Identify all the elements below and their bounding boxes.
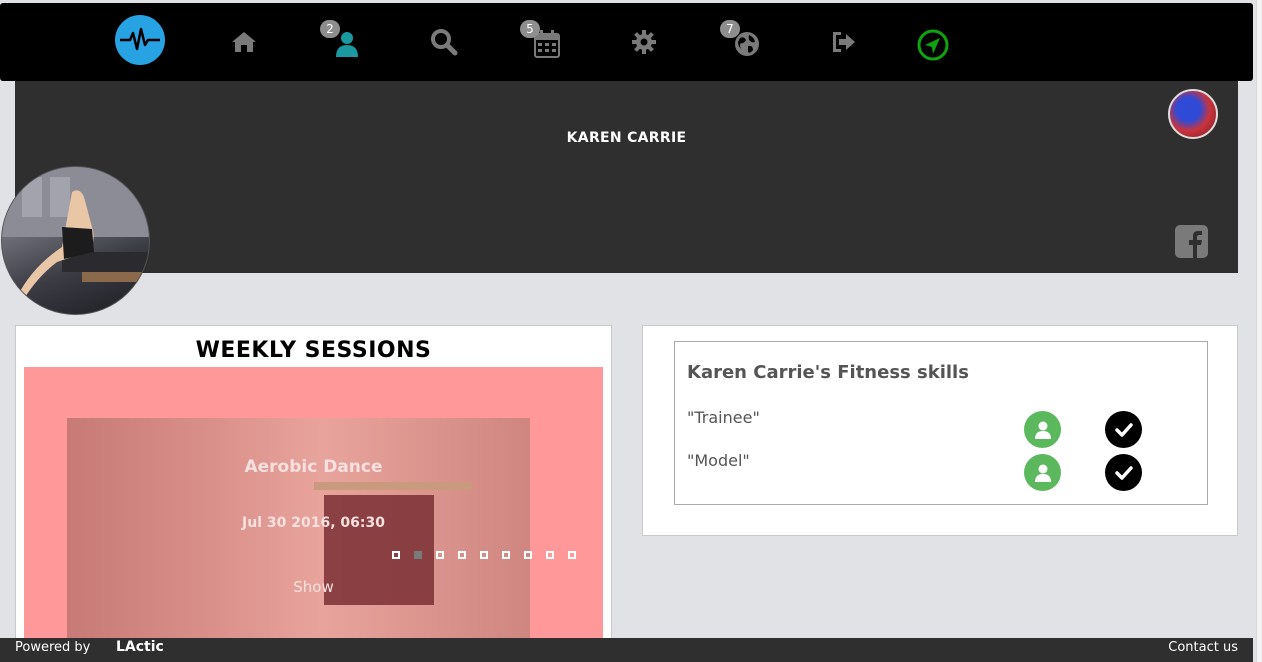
calendar-badge: 5 bbox=[520, 20, 540, 38]
slider-dot[interactable] bbox=[568, 551, 576, 559]
slider-dot[interactable] bbox=[392, 551, 400, 559]
skill-row: "Model" bbox=[687, 451, 1197, 491]
skills-card: Karen Carrie's Fitness skills "Trainee" … bbox=[642, 325, 1238, 536]
mini-avatar[interactable] bbox=[1168, 89, 1218, 139]
sign-out-icon bbox=[833, 32, 855, 52]
slider-dot[interactable] bbox=[458, 551, 466, 559]
check-icon[interactable] bbox=[1105, 454, 1142, 491]
footer: Powered by LActic Contact us bbox=[0, 638, 1253, 662]
heartbeat-logo-icon[interactable] bbox=[115, 15, 165, 65]
location-arrow-icon bbox=[917, 29, 949, 61]
nav-home[interactable] bbox=[214, 3, 274, 81]
user-icon[interactable] bbox=[1024, 454, 1061, 491]
skills-title: Karen Carrie's Fitness skills bbox=[687, 362, 969, 383]
session-show-link[interactable]: Show bbox=[67, 578, 560, 596]
skill-label: "Model" bbox=[687, 451, 750, 470]
search-icon bbox=[431, 29, 458, 56]
weekly-sessions-title: WEEKLY SESSIONS bbox=[195, 338, 432, 363]
nav-logout[interactable] bbox=[813, 3, 873, 81]
skills-box: Karen Carrie's Fitness skills "Trainee" … bbox=[674, 341, 1208, 505]
slider-dot[interactable] bbox=[480, 551, 488, 559]
slider-dot[interactable] bbox=[524, 551, 532, 559]
nav-friends[interactable]: 2 bbox=[314, 3, 374, 81]
slider-dots bbox=[392, 551, 576, 559]
gear-icon bbox=[632, 30, 656, 54]
nav-settings[interactable] bbox=[614, 3, 674, 81]
nav-globe[interactable]: 7 bbox=[714, 3, 774, 81]
slider-dot[interactable] bbox=[436, 551, 444, 559]
slider-dot[interactable] bbox=[502, 551, 510, 559]
top-navbar: 2 5 7 bbox=[0, 3, 1253, 81]
skill-row: "Trainee" bbox=[687, 408, 1197, 448]
check-icon[interactable] bbox=[1105, 411, 1142, 448]
slider-dot[interactable] bbox=[546, 551, 554, 559]
profile-banner: KAREN CARRIE bbox=[15, 81, 1238, 273]
user-icon[interactable] bbox=[1024, 411, 1061, 448]
footer-brand-link[interactable]: LActic bbox=[116, 639, 164, 655]
profile-name: KAREN CARRIE bbox=[566, 130, 687, 146]
friends-badge: 2 bbox=[320, 20, 340, 38]
footer-contact-link[interactable]: Contact us bbox=[1168, 640, 1238, 655]
nav-search[interactable] bbox=[414, 3, 474, 81]
session-slider[interactable]: Aerobic Dance Jul 30 2016, 06:30 Show bbox=[24, 367, 603, 646]
session-date: Jul 30 2016, 06:30 bbox=[242, 515, 385, 531]
footer-powered-by: Powered by bbox=[15, 640, 91, 655]
slider-dot[interactable] bbox=[414, 551, 422, 559]
nav-location[interactable] bbox=[903, 3, 963, 81]
profile-avatar[interactable] bbox=[1, 166, 150, 315]
facebook-icon[interactable] bbox=[1175, 225, 1208, 258]
nav-calendar[interactable]: 5 bbox=[514, 3, 574, 81]
skill-label: "Trainee" bbox=[687, 408, 760, 427]
page-scrollbar[interactable] bbox=[1256, 0, 1262, 662]
globe-icon bbox=[735, 32, 759, 56]
session-title: Aerobic Dance bbox=[244, 457, 383, 477]
session-photo-shelf bbox=[314, 482, 472, 490]
weekly-sessions-card: WEEKLY SESSIONS Aerobic Dance Jul 30 201… bbox=[15, 325, 612, 646]
globe-badge: 7 bbox=[720, 20, 740, 38]
session-photo bbox=[67, 418, 530, 646]
home-icon bbox=[232, 32, 256, 52]
